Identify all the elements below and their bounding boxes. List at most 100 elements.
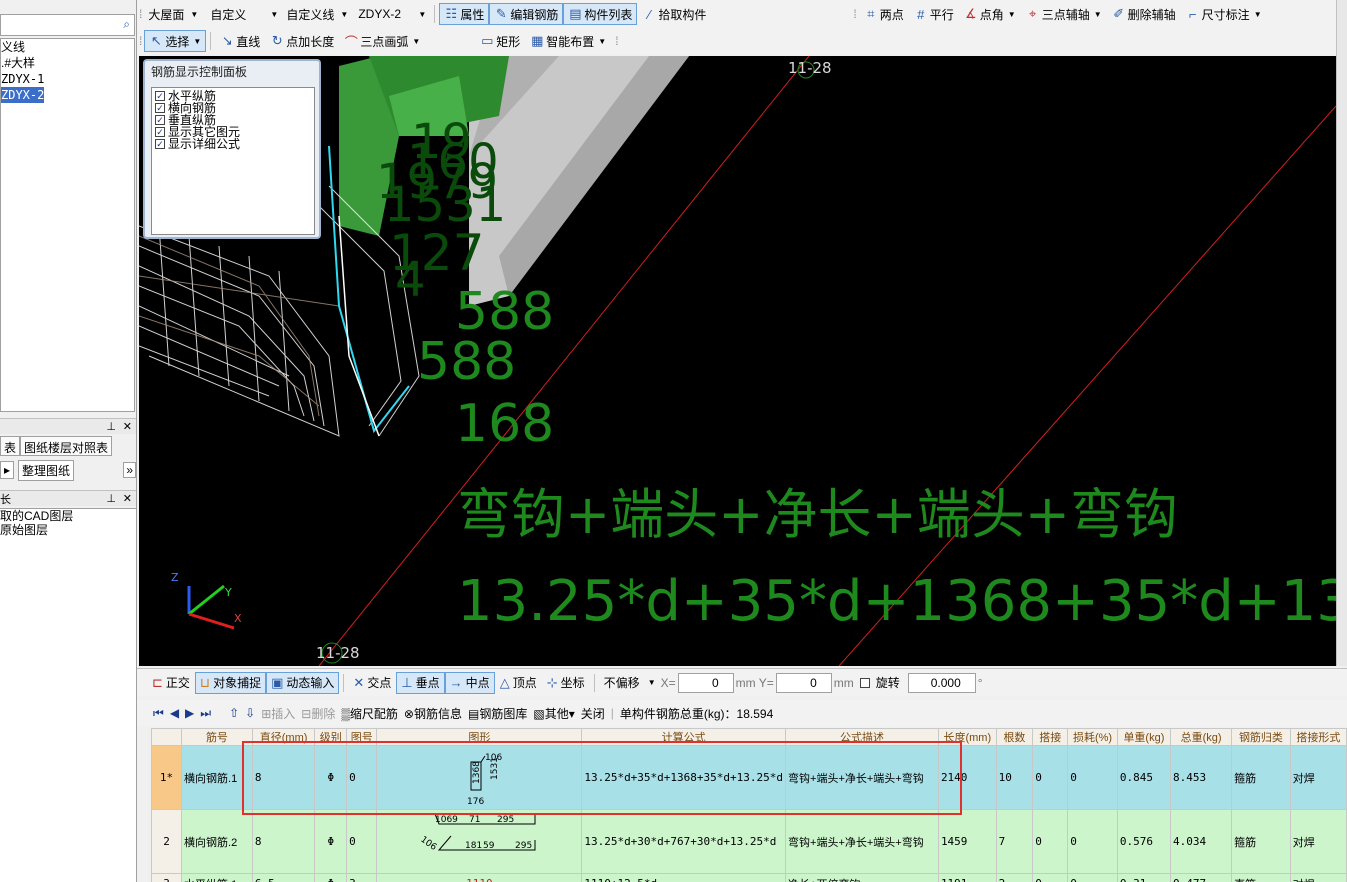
- cell-length[interactable]: 1191: [937, 873, 997, 882]
- prev-icon[interactable]: ◀: [170, 706, 179, 720]
- cell-lap[interactable]: 0: [1032, 745, 1069, 810]
- cell-diameter[interactable]: 8: [251, 809, 316, 874]
- tab-table[interactable]: 表: [0, 436, 21, 456]
- move-down-icon[interactable]: ⇩: [245, 706, 255, 720]
- cell-unit-weight[interactable]: 0.845: [1116, 745, 1172, 810]
- ortho-button[interactable]: ⊏ 正交: [147, 672, 195, 694]
- scale-rebar-button[interactable]: ▒缩尺配筋: [341, 705, 398, 722]
- line-button[interactable]: ↘ 直线: [215, 30, 265, 52]
- cell-total-weight[interactable]: 0.477: [1169, 873, 1233, 882]
- checkbox[interactable]: ✓: [155, 139, 165, 149]
- y-input[interactable]: 0: [775, 672, 832, 693]
- cell-unit-weight[interactable]: 0.576: [1116, 809, 1172, 874]
- cell-lap[interactable]: 0: [1032, 809, 1069, 874]
- col-header[interactable]: 搭接形式: [1289, 728, 1347, 746]
- col-header[interactable]: 根数: [995, 728, 1034, 746]
- delete-axis-button[interactable]: ✐ 删除辅轴: [1107, 3, 1181, 25]
- rotate-checkbox[interactable]: [859, 677, 870, 688]
- more-icon[interactable]: »: [123, 462, 136, 478]
- vertex-snap[interactable]: △ 顶点: [495, 672, 542, 694]
- cell-formula[interactable]: 13.25*d+35*d+1368+35*d+13.25*d: [581, 745, 787, 810]
- cell-name[interactable]: 水平纵筋.1: [181, 873, 253, 882]
- cell-loss[interactable]: 0: [1067, 745, 1118, 810]
- cell-grade[interactable]: Φ: [314, 745, 348, 810]
- close-icon[interactable]: ✕: [123, 420, 132, 433]
- cell-unit-weight[interactable]: 0.31: [1116, 873, 1172, 882]
- sort-drawings-button[interactable]: 整理图纸: [18, 459, 75, 481]
- select-button[interactable]: ↖ 选择 ▼: [144, 30, 207, 52]
- cell-total-weight[interactable]: 4.034: [1169, 809, 1233, 874]
- cell-count[interactable]: 7: [995, 809, 1034, 874]
- vertical-scrollbar[interactable]: [1336, 0, 1347, 666]
- last-icon[interactable]: ⏭: [200, 706, 211, 721]
- cell-grade[interactable]: Φ: [314, 873, 348, 882]
- tree-item-selected[interactable]: ZDYX-2: [1, 87, 45, 103]
- table-row[interactable]: 3 水平纵筋.1 6.5 Φ 3 1110 1110+12.5*d 净长+两倍弯…: [151, 873, 1347, 882]
- search-input[interactable]: ⌕: [0, 14, 135, 36]
- next-icon[interactable]: ▶: [185, 706, 194, 720]
- edit-rebar-button[interactable]: ✎ 编辑钢筋: [489, 3, 564, 25]
- cell-count[interactable]: 10: [995, 745, 1034, 810]
- col-header[interactable]: 搭接: [1032, 728, 1069, 746]
- cell-loss[interactable]: 0: [1067, 809, 1118, 874]
- two-point-axis-button[interactable]: ⌗ 两点: [859, 3, 909, 25]
- table-row[interactable]: 1* 横向钢筋.1 8 Φ 0 1368 106 176 1531 13.25*…: [151, 745, 1347, 810]
- properties-button[interactable]: ☷ 属性: [439, 3, 490, 25]
- parallel-axis-button[interactable]: # 平行: [909, 3, 959, 25]
- cell-count[interactable]: 2: [995, 873, 1034, 882]
- cell-loss[interactable]: 0: [1067, 873, 1118, 882]
- rebar-library-button[interactable]: ▤钢筋图库: [468, 705, 527, 722]
- offset-select[interactable]: 不偏移 ▼: [599, 672, 661, 694]
- tab-drawing-floor-map[interactable]: 图纸楼层对照表: [20, 436, 113, 456]
- checkbox[interactable]: ✓: [155, 91, 165, 101]
- cell-diameter[interactable]: 6.5: [251, 873, 316, 882]
- three-point-axis-button[interactable]: ⌖ 三点辅轴 ▼: [1021, 3, 1107, 25]
- search-icon[interactable]: ⌕: [123, 17, 130, 32]
- type-select[interactable]: 自定义 ▼: [206, 4, 282, 24]
- cell-lap-type[interactable]: 对焊: [1289, 809, 1347, 874]
- col-header[interactable]: 长度(mm): [937, 728, 997, 746]
- pin-icon[interactable]: ⊥: [106, 492, 116, 505]
- three-point-arc-button[interactable]: ⌒ 三点画弧 ▼: [339, 30, 425, 52]
- object-snap-button[interactable]: ⊔ 对象捕捉: [194, 671, 267, 694]
- coordinate-snap[interactable]: ⊹ 坐标: [542, 672, 590, 694]
- cell-shape[interactable]: 1368 106 176 1531: [376, 745, 583, 810]
- cell-shape[interactable]: 1069 71 295 181 59 295 106: [376, 809, 583, 874]
- cell-category[interactable]: 直筋: [1231, 873, 1291, 882]
- col-header[interactable]: 总重(kg): [1169, 728, 1233, 746]
- cell-length[interactable]: 1459: [937, 809, 997, 874]
- rebar-info-button[interactable]: ⊗钢筋信息: [404, 705, 462, 722]
- checkbox[interactable]: ✓: [155, 103, 165, 113]
- point-length-button[interactable]: ↻ 点加长度: [265, 30, 339, 52]
- layer-item[interactable]: 原始图层: [0, 523, 136, 537]
- cell-shape[interactable]: 1110: [376, 873, 583, 882]
- x-input[interactable]: 0: [677, 672, 734, 693]
- checkbox[interactable]: ✓: [155, 127, 165, 137]
- first-icon[interactable]: ⏮: [153, 706, 164, 721]
- floor-select[interactable]: 大屋面 ▼: [144, 4, 206, 24]
- col-header[interactable]: 损耗(%): [1067, 728, 1118, 746]
- smart-layout-button[interactable]: ▦ 智能布置 ▼: [525, 30, 611, 52]
- col-header[interactable]: 图形: [376, 728, 583, 746]
- midpoint-snap[interactable]: → 中点: [444, 671, 495, 694]
- delete-button[interactable]: ⊟删除: [301, 705, 335, 722]
- cell-description[interactable]: 弯钩+端头+净长+端头+弯钩: [785, 745, 939, 810]
- cell-figure[interactable]: 3: [346, 873, 378, 882]
- perpendicular-snap[interactable]: ⊥ 垂点: [396, 671, 445, 694]
- cell-formula[interactable]: 1110+12.5*d: [581, 873, 787, 882]
- row-number[interactable]: 1*: [151, 745, 183, 810]
- cell-lap-type[interactable]: 对焊: [1289, 873, 1347, 882]
- cell-category[interactable]: 箍筋: [1231, 745, 1291, 810]
- cell-diameter[interactable]: 8: [251, 745, 316, 810]
- rectangle-button[interactable]: ▭ 矩形: [475, 30, 525, 52]
- insert-button[interactable]: ⊞插入: [261, 705, 295, 722]
- cell-length[interactable]: 2140: [937, 745, 997, 810]
- row-number[interactable]: 3: [151, 873, 183, 882]
- col-header[interactable]: 公式描述: [785, 728, 939, 746]
- component-select[interactable]: ZDYX-2 ▼: [354, 4, 430, 24]
- intersection-snap[interactable]: ✕ 交点: [348, 672, 396, 694]
- cell-category[interactable]: 箍筋: [1231, 809, 1291, 874]
- point-angle-button[interactable]: ∡ 点角 ▼: [959, 3, 1021, 25]
- cell-name[interactable]: 横向钢筋.2: [181, 809, 253, 874]
- col-header[interactable]: 计算公式: [581, 728, 787, 746]
